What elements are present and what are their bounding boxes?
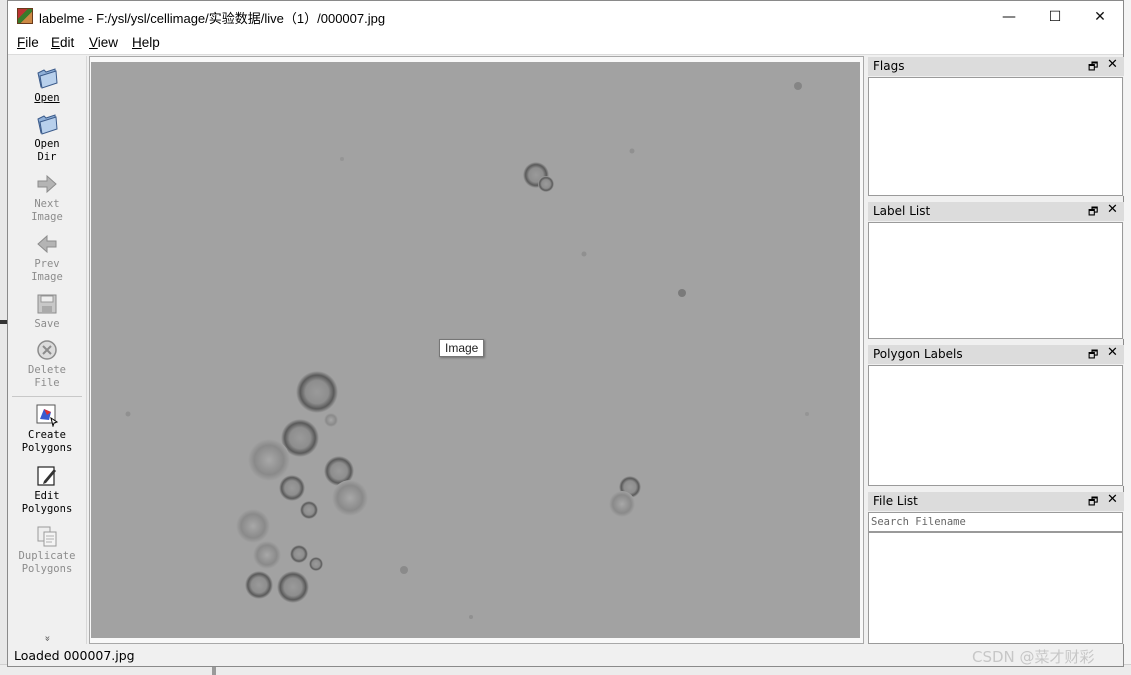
next-image-label-2: Image	[31, 211, 63, 223]
title-bar[interactable]: labelme - F:/ysl/ysl/cellimage/实验数据/live…	[8, 1, 1123, 32]
menu-bar: File Edit View Help	[8, 32, 1123, 55]
maximize-icon: ☐	[1048, 8, 1062, 25]
canvas-tooltip: Image	[439, 339, 485, 357]
next-image-button[interactable]: Next Image	[8, 172, 86, 224]
close-icon: ✕	[1094, 8, 1106, 25]
flags-dock-titlebar[interactable]: Flags 🗗 ✕	[868, 57, 1124, 76]
edit-polygons-label-1: Edit	[34, 490, 60, 502]
delete-file-label-1: Delete	[28, 364, 66, 376]
next-image-label-1: Next	[34, 198, 60, 210]
menu-file-mnemonic: F	[17, 35, 26, 50]
menu-view-label: iew	[97, 35, 119, 50]
menu-edit[interactable]: Edit	[51, 35, 74, 50]
arrow-left-icon	[37, 234, 57, 254]
menu-file[interactable]: File	[17, 35, 39, 50]
csdn-watermark: CSDN @菜才财彩	[972, 648, 1095, 666]
polygon-labels-dock: Polygon Labels 🗗 ✕	[868, 345, 1124, 486]
tools-toolbar: Open Open Dir Next Image Prev Image Save…	[8, 56, 87, 644]
save-icon	[37, 294, 57, 314]
flags-list[interactable]	[868, 77, 1123, 196]
copy-icon	[37, 526, 57, 547]
menu-file-label: ile	[25, 35, 39, 50]
close-dock-icon[interactable]: ✕	[1107, 492, 1118, 507]
menu-help-label: elp	[141, 35, 160, 50]
flags-dock: Flags 🗗 ✕	[868, 57, 1124, 196]
background-window-edge	[1123, 0, 1131, 674]
close-window-button[interactable]: ✕	[1077, 1, 1123, 32]
folder-open-icon	[37, 114, 58, 135]
chevron-down-icon: »	[41, 635, 53, 642]
label-list-dock-titlebar[interactable]: Label List 🗗 ✕	[868, 202, 1124, 221]
open-dir-label-1: Open	[34, 138, 60, 150]
close-dock-icon[interactable]: ✕	[1107, 345, 1118, 360]
minimize-icon: —	[1002, 8, 1016, 25]
menu-view[interactable]: View	[89, 35, 118, 50]
edit-polygons-label-2: Polygons	[21, 503, 73, 515]
label-list[interactable]	[868, 222, 1123, 339]
delete-file-label-2: File	[34, 377, 60, 389]
open-dir-button[interactable]: Open Dir	[8, 112, 86, 164]
labelme-window: labelme - F:/ysl/ysl/cellimage/实验数据/live…	[7, 0, 1124, 667]
menu-edit-mnemonic: E	[51, 35, 61, 50]
float-dock-icon[interactable]: 🗗	[1088, 203, 1098, 222]
duplicate-polygons-label-1: Duplicate	[18, 550, 76, 562]
file-search-input[interactable]: Search Filename	[868, 512, 1123, 532]
duplicate-polygons-label-2: Polygons	[21, 563, 73, 575]
prev-image-label-1: Prev	[34, 258, 60, 270]
open-button[interactable]: Open	[8, 66, 86, 105]
create-polygons-label-1: Create	[28, 429, 66, 441]
file-list-dock-titlebar[interactable]: File List 🗗 ✕	[868, 492, 1124, 511]
label-list-dock: Label List 🗗 ✕	[868, 202, 1124, 339]
open-label: Open	[34, 92, 60, 104]
file-list[interactable]	[868, 532, 1123, 644]
edit-icon	[37, 466, 56, 486]
toolbar-separator	[12, 396, 82, 397]
open-dir-label-2: Dir	[37, 151, 57, 163]
window-title: labelme - F:/ysl/ysl/cellimage/实验数据/live…	[39, 11, 386, 26]
polygon-labels-dock-title: Polygon Labels	[873, 347, 963, 361]
save-button[interactable]: Save	[8, 292, 86, 331]
arrow-right-icon	[37, 174, 57, 194]
prev-image-button[interactable]: Prev Image	[8, 232, 86, 284]
close-dock-icon[interactable]: ✕	[1107, 202, 1118, 217]
status-bar: Loaded 000007.jpg	[8, 646, 1123, 666]
delete-icon	[37, 340, 57, 360]
menu-help-mnemonic: H	[132, 35, 142, 50]
menu-view-mnemonic: V	[89, 35, 98, 50]
polygon-labels-dock-titlebar[interactable]: Polygon Labels 🗗 ✕	[868, 345, 1124, 364]
float-dock-icon[interactable]: 🗗	[1088, 346, 1098, 365]
close-dock-icon[interactable]: ✕	[1107, 57, 1118, 72]
float-dock-icon[interactable]: 🗗	[1088, 493, 1098, 512]
edit-polygons-button[interactable]: Edit Polygons	[8, 464, 86, 516]
folder-open-icon	[37, 68, 58, 89]
delete-file-button[interactable]: Delete File	[8, 338, 86, 390]
polygon-labels-list[interactable]	[868, 365, 1123, 486]
file-list-dock: File List 🗗 ✕ Search Filename	[868, 492, 1124, 644]
duplicate-polygons-button[interactable]: Duplicate Polygons	[8, 524, 86, 576]
labelme-app-icon	[17, 8, 33, 24]
menu-help[interactable]: Help	[132, 35, 160, 50]
status-message: Loaded 000007.jpg	[14, 648, 135, 663]
flags-dock-title: Flags	[873, 59, 905, 73]
create-polygons-button[interactable]: Create Polygons	[8, 403, 86, 455]
prev-image-label-2: Image	[31, 271, 63, 283]
maximize-button[interactable]: ☐	[1032, 1, 1078, 32]
save-label: Save	[34, 318, 60, 330]
label-list-dock-title: Label List	[873, 204, 931, 218]
toolbar-extension-button[interactable]: »	[42, 635, 53, 641]
file-list-dock-title: File List	[873, 494, 918, 508]
create-polygons-label-2: Polygons	[21, 442, 73, 454]
create-polygon-icon	[36, 404, 59, 427]
minimize-button[interactable]: —	[986, 1, 1032, 32]
menu-edit-label: dit	[60, 35, 75, 50]
float-dock-icon[interactable]: 🗗	[1088, 58, 1098, 77]
